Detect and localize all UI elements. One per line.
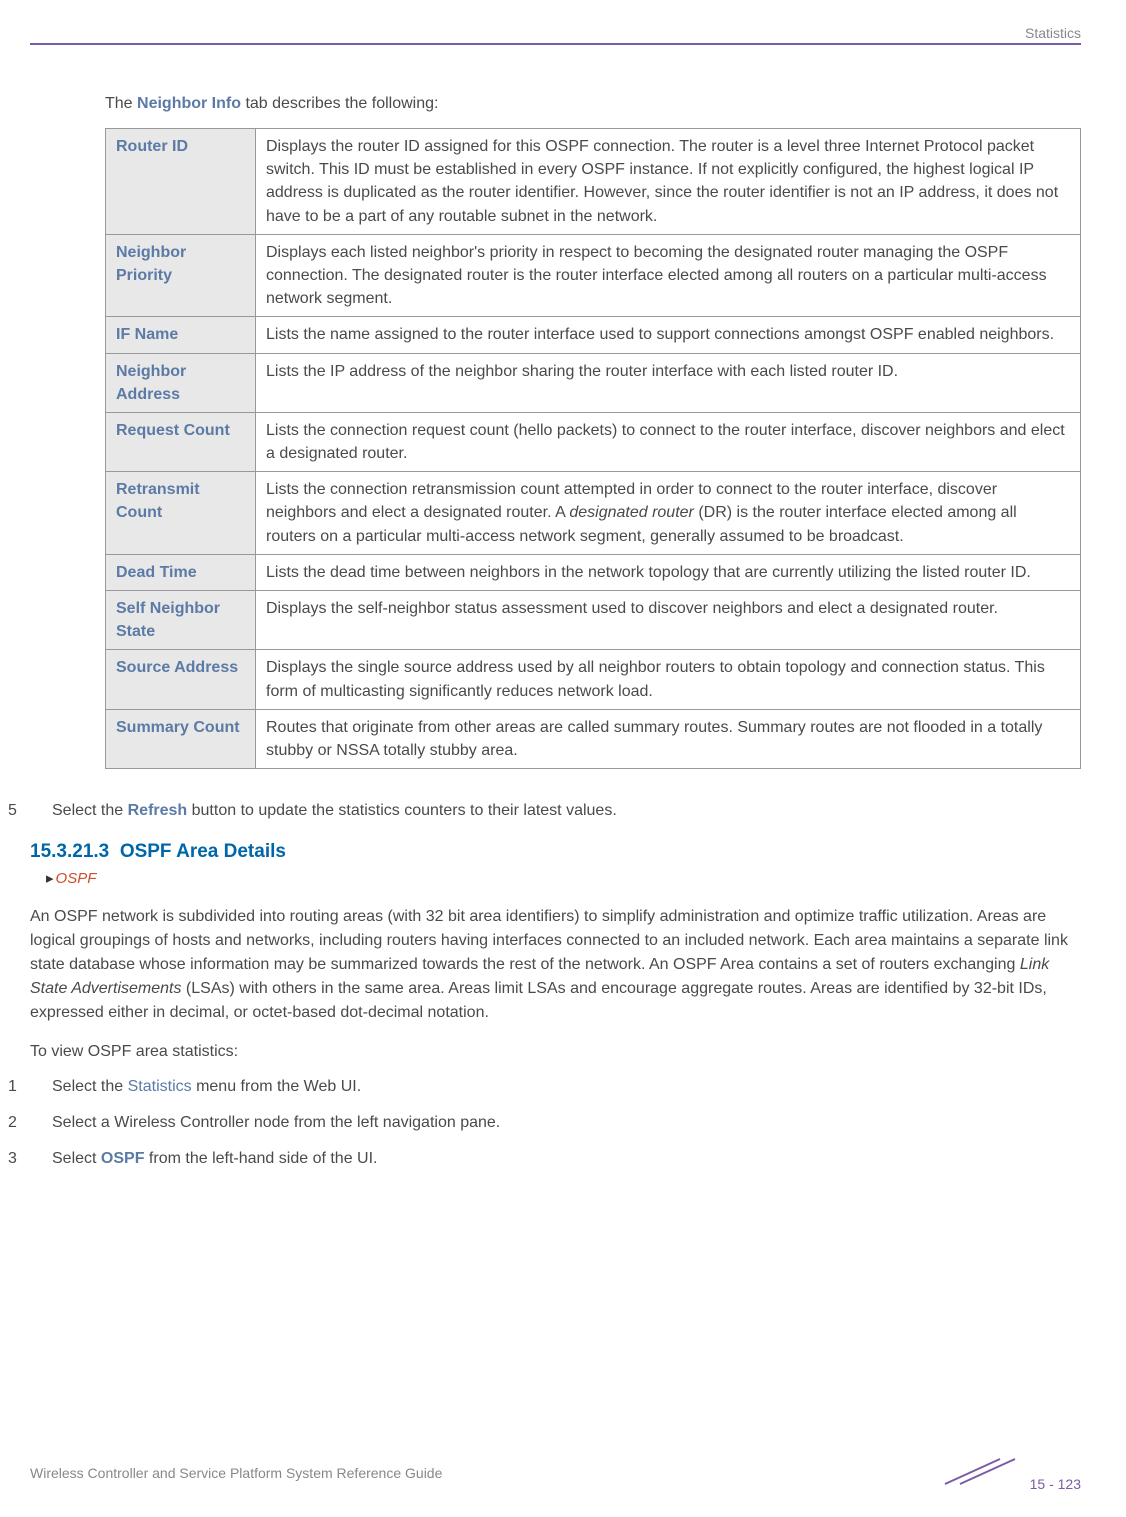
table-row: Request Count Lists the connection reque… (106, 412, 1081, 471)
desc-summary-count: Routes that originate from other areas a… (256, 709, 1081, 768)
desc-dead-time: Lists the dead time between neighbors in… (256, 554, 1081, 590)
step-2: 2Select a Wireless Controller node from … (30, 1111, 1081, 1135)
breadcrumb: ▸OSPF (30, 869, 1081, 887)
table-row: Neighbor Address Lists the IP address of… (106, 353, 1081, 412)
table-row: Source Address Displays the single sourc… (106, 650, 1081, 709)
term-self-neighbor-state: Self Neighbor State (106, 591, 256, 650)
breadcrumb-text[interactable]: OSPF (56, 870, 97, 887)
header-divider (30, 43, 1081, 45)
desc-if-name: Lists the name assigned to the router in… (256, 317, 1081, 353)
step-5: 5Select the Refresh button to update the… (52, 799, 1081, 823)
page-number: 15 - 123 (1030, 1476, 1081, 1492)
statistics-link[interactable]: Statistics (128, 1078, 192, 1095)
footer-guide-title: Wireless Controller and Service Platform… (30, 1465, 442, 1481)
desc-neighbor-address: Lists the IP address of the neighbor sha… (256, 353, 1081, 412)
step-num: 1 (30, 1075, 52, 1099)
step-post: button to update the statistics counters… (187, 802, 617, 819)
intro-text: The Neighbor Info tab describes the foll… (105, 95, 1081, 113)
step-pre: Select the (52, 802, 128, 819)
term-if-name: IF Name (106, 317, 256, 353)
step-num: 5 (30, 799, 52, 823)
para-pre: An OSPF network is subdivided into routi… (30, 908, 1068, 973)
section-heading: 15.3.21.3 OSPF Area Details (30, 841, 1081, 863)
term-neighbor-priority: Neighbor Priority (106, 234, 256, 317)
table-row: Neighbor Priority Displays each listed n… (106, 234, 1081, 317)
term-retransmit-count: Retransmit Count (106, 472, 256, 555)
desc-neighbor-priority: Displays each listed neighbor's priority… (256, 234, 1081, 317)
desc-source-address: Displays the single source address used … (256, 650, 1081, 709)
footer-right: 15 - 123 (940, 1454, 1081, 1492)
intro-prefix: The (105, 95, 137, 112)
term-router-id: Router ID (106, 129, 256, 235)
desc-self-neighbor-state: Displays the self-neighbor status assess… (256, 591, 1081, 650)
term-neighbor-address: Neighbor Address (106, 353, 256, 412)
step-pre: Select (52, 1150, 101, 1167)
desc-italic: designated router (569, 504, 694, 521)
term-request-count: Request Count (106, 412, 256, 471)
table-row: Summary Count Routes that originate from… (106, 709, 1081, 768)
step-post: menu from the Web UI. (192, 1078, 362, 1095)
neighbor-info-table: Router ID Displays the router ID assigne… (105, 128, 1081, 769)
footer-logo-icon (940, 1476, 1024, 1492)
desc-retransmit-count: Lists the connection retransmission coun… (256, 472, 1081, 555)
step-1: 1Select the Statistics menu from the Web… (30, 1075, 1081, 1099)
section-title: OSPF Area Details (120, 841, 286, 862)
desc-request-count: Lists the connection request count (hell… (256, 412, 1081, 471)
table-row: IF Name Lists the name assigned to the r… (106, 317, 1081, 353)
step-text: Select a Wireless Controller node from t… (52, 1114, 500, 1131)
term-source-address: Source Address (106, 650, 256, 709)
term-dead-time: Dead Time (106, 554, 256, 590)
step-num: 2 (30, 1111, 52, 1135)
para-post: (LSAs) with others in the same area. Are… (30, 980, 1047, 1021)
step-bold: OSPF (101, 1150, 145, 1167)
steps-intro: To view OSPF area statistics: (30, 1043, 1081, 1061)
term-summary-count: Summary Count (106, 709, 256, 768)
table-row: Router ID Displays the router ID assigne… (106, 129, 1081, 235)
step-pre: Select the (52, 1078, 128, 1095)
intro-suffix: tab describes the following: (241, 95, 438, 112)
ospf-area-description: An OSPF network is subdivided into routi… (30, 905, 1081, 1025)
section-number: 15.3.21.3 (30, 841, 109, 862)
page-footer: Wireless Controller and Service Platform… (30, 1454, 1081, 1492)
intro-bold: Neighbor Info (137, 95, 241, 112)
desc-router-id: Displays the router ID assigned for this… (256, 129, 1081, 235)
step-post: from the left-hand side of the UI. (144, 1150, 377, 1167)
table-row: Self Neighbor State Displays the self-ne… (106, 591, 1081, 650)
breadcrumb-arrow-icon: ▸ (46, 869, 54, 887)
table-row: Retransmit Count Lists the connection re… (106, 472, 1081, 555)
step-num: 3 (30, 1147, 52, 1171)
step-bold: Refresh (128, 802, 188, 819)
table-row: Dead Time Lists the dead time between ne… (106, 554, 1081, 590)
step-3: 3Select OSPF from the left-hand side of … (30, 1147, 1081, 1171)
header-section-label: Statistics (30, 25, 1081, 43)
